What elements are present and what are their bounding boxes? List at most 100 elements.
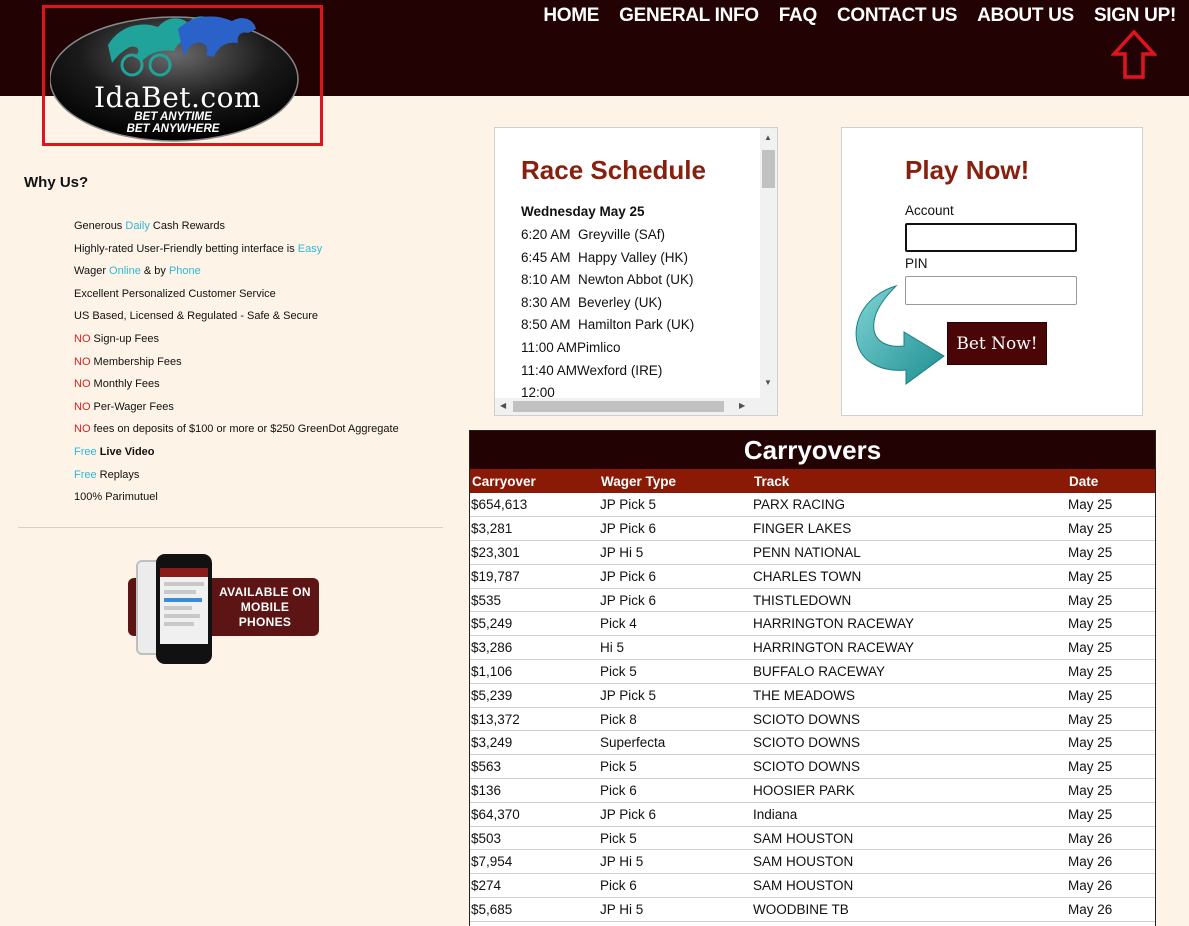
phone-screen-row bbox=[164, 598, 202, 602]
wager-type-cell: JP Pick 6 bbox=[599, 564, 752, 589]
schedule-row: 8:50 AM Hamilton Park (UK) bbox=[521, 317, 695, 333]
phone-screen-row bbox=[164, 622, 194, 626]
table-row: $13,372 Pick 8 SCIOTO DOWNS May 25 bbox=[470, 707, 1155, 732]
wager-type-cell: JP Hi 5 bbox=[599, 540, 752, 565]
horizontal-scrollbar[interactable]: ◀ ▶ bbox=[495, 398, 777, 415]
carryover-cell: $274 bbox=[470, 873, 599, 899]
schedule-row: 8:30 AM Beverley (UK) bbox=[521, 294, 663, 310]
phone-icon bbox=[156, 554, 212, 664]
carryover-cell: $5,249 bbox=[470, 611, 599, 637]
logo-tagline: BET ANYTIME BET ANYWHERE bbox=[108, 111, 238, 135]
table-row: $654,613 JP Pick 5 PARX RACING May 25 bbox=[470, 493, 1155, 518]
track-cell: PARX RACING bbox=[752, 493, 1067, 518]
phone-screen-bar bbox=[160, 568, 208, 577]
date-cell: May 25 bbox=[1067, 493, 1155, 518]
race-schedule-title: Race Schedule bbox=[521, 155, 706, 185]
phone-screen-row bbox=[164, 582, 204, 586]
date-cell: May 25 bbox=[1067, 707, 1155, 732]
carryover-cell: $563 bbox=[470, 754, 599, 780]
why-us-item: NO Per-Wager Fees bbox=[74, 400, 174, 413]
wager-type-cell: JP Pick 6 bbox=[599, 588, 752, 613]
table-row: $3,286 Hi 5 HARRINGTON RACEWAY May 25 bbox=[470, 635, 1155, 661]
carryovers-table: Carryover Wager Type Track Date $654,613… bbox=[470, 469, 1155, 922]
scroll-down-icon[interactable]: ▼ bbox=[764, 378, 772, 388]
nav-about-us[interactable]: ABOUT US bbox=[977, 5, 1074, 27]
date-cell: May 25 bbox=[1067, 802, 1155, 827]
carryover-cell: $3,286 bbox=[470, 635, 599, 661]
track-cell: THE MEADOWS bbox=[752, 683, 1067, 708]
section-divider bbox=[18, 527, 443, 528]
date-cell: May 26 bbox=[1067, 873, 1155, 899]
scroll-right-icon[interactable]: ▶ bbox=[739, 401, 745, 411]
schedule-row: 11:00 AMPimlico bbox=[521, 339, 621, 355]
carryover-cell: $7,954 bbox=[470, 849, 599, 875]
wager-type-cell: Pick 6 bbox=[599, 778, 752, 803]
column-header-carryover: Carryover bbox=[470, 469, 599, 493]
track-cell: SCIOTO DOWNS bbox=[752, 730, 1067, 756]
phone-screen bbox=[160, 568, 208, 644]
date-cell: May 26 bbox=[1067, 826, 1155, 851]
track-cell: SCIOTO DOWNS bbox=[752, 707, 1067, 732]
account-input[interactable] bbox=[905, 223, 1077, 252]
logo-tagline-line-2: BET ANYWHERE bbox=[126, 123, 220, 135]
carryover-cell: $136 bbox=[470, 778, 599, 803]
why-us-item: Free Live Video bbox=[74, 445, 155, 458]
table-row: $64,370 JP Pick 6 Indiana May 25 bbox=[470, 802, 1155, 827]
up-arrow-annotation-icon bbox=[1111, 30, 1157, 79]
table-row: $23,301 JP Hi 5 PENN NATIONAL May 25 bbox=[470, 540, 1155, 565]
mobile-badge-text: AVAILABLE ON MOBILE PHONES bbox=[210, 585, 320, 630]
date-cell: May 25 bbox=[1067, 635, 1155, 661]
vertical-scroll-thumb[interactable] bbox=[762, 150, 775, 188]
table-row: $274 Pick 6 SAM HOUSTON May 26 bbox=[470, 873, 1155, 899]
why-us-item: Highly-rated User-Friendly betting inter… bbox=[74, 242, 323, 255]
schedule-row: 6:45 AM Happy Valley (HK) bbox=[521, 249, 689, 265]
wager-type-cell: Pick 8 bbox=[599, 707, 752, 732]
date-cell: May 25 bbox=[1067, 754, 1155, 780]
phone-screen-row bbox=[164, 590, 196, 594]
date-cell: May 25 bbox=[1067, 778, 1155, 803]
logo-tagline-line-1: BET ANYTIME bbox=[134, 111, 212, 123]
idabet-logo[interactable]: IdaBet.com BET ANYTIME BET ANYWHERE bbox=[49, 7, 300, 142]
scroll-left-icon[interactable]: ◀ bbox=[500, 401, 506, 411]
vertical-scrollbar[interactable]: ▲ ▼ bbox=[760, 128, 777, 400]
nav-faq[interactable]: FAQ bbox=[779, 5, 817, 27]
horizontal-scroll-thumb[interactable] bbox=[513, 401, 724, 412]
scroll-up-icon[interactable]: ▲ bbox=[764, 133, 772, 143]
phone-screen-row bbox=[164, 614, 200, 618]
why-us-list: Generous Daily Cash Rewards Highly-rated… bbox=[74, 216, 399, 510]
nav-home[interactable]: HOME bbox=[543, 5, 599, 27]
column-header-wager-type: Wager Type bbox=[599, 469, 752, 493]
wager-type-cell: Pick 6 bbox=[599, 873, 752, 899]
wager-type-cell: Pick 5 bbox=[599, 754, 752, 780]
schedule-row: 11:40 AMWexford (IRE) bbox=[521, 362, 663, 378]
nav-contact-us[interactable]: CONTACT US bbox=[837, 5, 957, 27]
why-us-heading: Why Us? bbox=[24, 174, 89, 191]
carryover-cell: $5,685 bbox=[470, 897, 599, 922]
date-cell: May 25 bbox=[1067, 730, 1155, 756]
why-us-item: Free Replays bbox=[74, 468, 140, 481]
table-row: $5,249 Pick 4 HARRINGTON RACEWAY May 25 bbox=[470, 611, 1155, 637]
table-row: $1,106 Pick 5 BUFFALO RACEWAY May 25 bbox=[470, 659, 1155, 684]
table-row: $5,239 JP Pick 5 THE MEADOWS May 25 bbox=[470, 683, 1155, 708]
mobile-available-badge[interactable]: AVAILABLE ON MOBILE PHONES bbox=[126, 554, 322, 668]
race-schedule-panel[interactable]: Race Schedule Wednesday May 25 6:20 AM Gr… bbox=[494, 127, 778, 416]
nav-general-info[interactable]: GENERAL INFO bbox=[619, 5, 759, 27]
carryover-cell: $19,787 bbox=[470, 564, 599, 589]
bet-now-button[interactable]: Bet Now! bbox=[947, 322, 1047, 365]
column-header-track: Track bbox=[752, 469, 1067, 493]
why-us-item: 100% Parimutuel bbox=[74, 491, 158, 504]
carryover-cell: $503 bbox=[470, 826, 599, 851]
curved-arrow-icon bbox=[855, 284, 945, 385]
wager-type-cell: JP Pick 6 bbox=[599, 802, 752, 827]
wager-type-cell: Pick 4 bbox=[599, 611, 752, 637]
carryovers-header-row: Carryover Wager Type Track Date bbox=[470, 469, 1155, 493]
why-us-item: US Based, Licensed & Regulated - Safe & … bbox=[74, 310, 318, 323]
why-us-item: Excellent Personalized Customer Service bbox=[74, 287, 276, 300]
nav-sign-up[interactable]: SIGN UP! bbox=[1094, 5, 1176, 27]
pin-label: PIN bbox=[905, 256, 928, 271]
why-us-item: Wager Online & by Phone bbox=[74, 265, 201, 278]
schedule-row: 8:10 AM Newton Abbot (UK) bbox=[521, 272, 694, 288]
carryover-cell: $3,249 bbox=[470, 730, 599, 756]
column-header-date: Date bbox=[1067, 469, 1155, 493]
track-cell: HARRINGTON RACEWAY bbox=[752, 635, 1067, 661]
